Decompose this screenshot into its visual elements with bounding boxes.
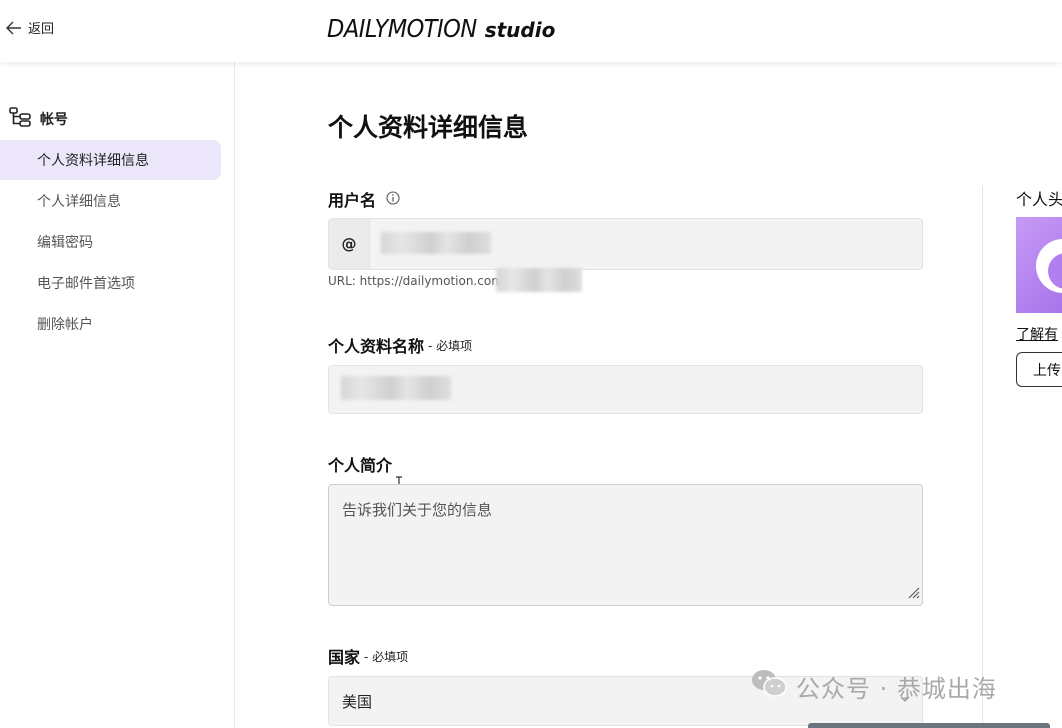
redacted-url-slug [496,268,582,292]
wechat-watermark: 公众号 · 恭城出海 [750,668,997,704]
username-input[interactable]: @ [328,218,923,270]
profile-url: URL: https://dailymotion.com [328,274,503,288]
bottom-bar-fragment [808,723,1050,728]
back-label: 返回 [28,22,55,37]
sidebar-item-label: 删除帐户 [37,317,93,333]
sidebar-item-personal-details[interactable]: 个人详细信息 [0,181,221,221]
bio-label-row: 个人简介 [328,452,392,476]
logo-sub-text: studio [484,18,556,42]
sidebar-section-account: 帐号 [8,106,68,132]
country-value: 美国 [342,693,373,711]
arrow-left-icon [6,21,22,35]
username-label: 用户名 [328,191,377,210]
top-header: 返回 DAILYMOTION studio [0,0,1062,62]
country-label-row: 国家 - 必填项 [328,644,408,668]
back-button[interactable]: 返回 [6,18,54,37]
logo-main-text: DAILYMOTION [327,14,477,43]
sidebar-item-label: 个人详细信息 [37,194,121,210]
sidebar-section-title: 帐号 [40,112,68,128]
avatar-label: 个人头 [1016,190,1062,209]
profile-name-label: 个人资料名称 [328,337,425,356]
redacted-profile-name [341,376,451,400]
username-label-row: 用户名 [328,187,400,211]
resize-handle-icon[interactable] [906,584,920,603]
upload-button-label: 上传 [1033,362,1061,379]
page-title: 个人资料详细信息 [328,113,529,142]
at-prefix: @ [329,219,370,269]
wechat-icon [750,668,788,704]
bio-label: 个人简介 [328,456,393,475]
sidebar-item-profile-details[interactable]: 个人资料详细信息 [0,140,221,180]
profile-name-label-row: 个人资料名称 - 必填项 [328,333,472,357]
vertical-divider [982,186,983,728]
bio-placeholder: 告诉我们关于您的信息 [342,501,493,519]
sidebar: 帐号 个人资料详细信息 个人详细信息 编辑密码 电子邮件首选项 删除帐户 [0,62,235,728]
profile-name-input[interactable] [328,365,923,414]
required-marker: - 必填项 [428,338,473,353]
account-tree-icon [8,106,32,132]
country-label: 国家 [328,648,361,667]
redacted-username [381,232,491,254]
sidebar-item-edit-password[interactable]: 编辑密码 [0,222,221,262]
sidebar-item-delete-account[interactable]: 删除帐户 [0,304,221,344]
info-icon[interactable] [386,190,400,209]
sidebar-item-label: 电子邮件首选项 [37,276,135,292]
dailymotion-studio-logo: DAILYMOTION studio [327,14,555,43]
sidebar-item-label: 个人资料详细信息 [37,153,149,169]
sidebar-item-label: 编辑密码 [37,235,93,251]
required-marker: - 必填项 [364,649,409,664]
profile-url-text: URL: https://dailymotion.com [328,274,503,288]
upload-button[interactable]: 上传 [1016,352,1062,387]
sidebar-item-email-preferences[interactable]: 电子邮件首选项 [0,263,221,303]
learn-more-link[interactable]: 了解有 [1016,324,1058,344]
avatar [1016,217,1062,313]
bio-textarea[interactable]: 告诉我们关于您的信息 [328,484,923,606]
watermark-text: 公众号 · 恭城出海 [796,674,997,703]
